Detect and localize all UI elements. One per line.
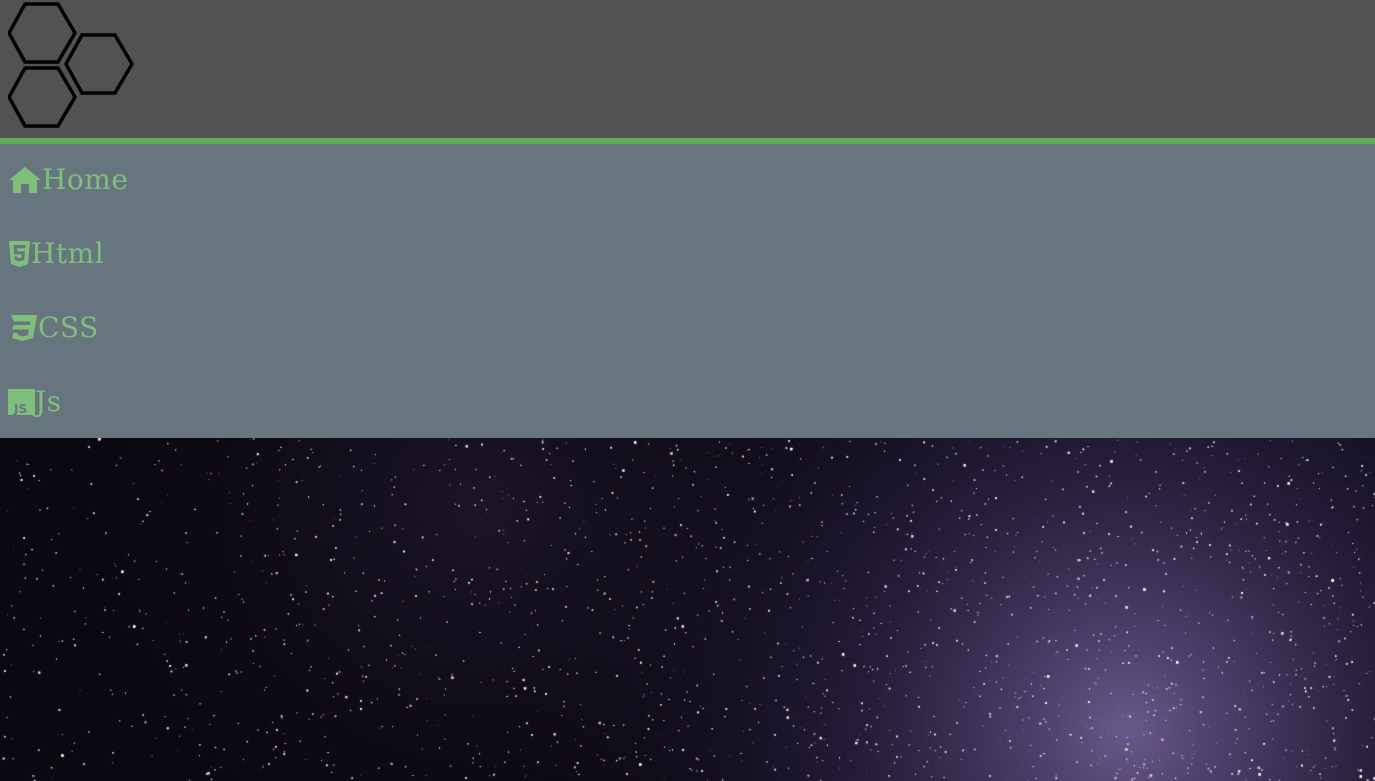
hero-starry-sky-image	[0, 438, 1375, 781]
html5-icon	[8, 240, 31, 268]
nav-item-js[interactable]: JS Js	[8, 382, 62, 422]
starry-sky-canvas	[0, 438, 1375, 781]
main-nav: Home Html CSS JS Js	[0, 144, 1375, 438]
nav-label-home: Home	[42, 163, 129, 196]
nav-item-css[interactable]: CSS	[8, 308, 99, 348]
nav-item-html[interactable]: Html	[8, 234, 104, 274]
nav-item-home[interactable]: Home	[8, 160, 128, 200]
nav-label-css: CSS	[38, 311, 99, 344]
svg-text:JS: JS	[13, 402, 27, 415]
nav-label-js: Js	[35, 385, 62, 418]
nav-label-html: Html	[31, 237, 105, 270]
css3-icon	[8, 314, 38, 342]
js-icon: JS	[8, 389, 35, 416]
site-header	[0, 0, 1375, 138]
home-icon	[8, 166, 42, 194]
honeycomb-logo-icon[interactable]	[8, 2, 136, 130]
